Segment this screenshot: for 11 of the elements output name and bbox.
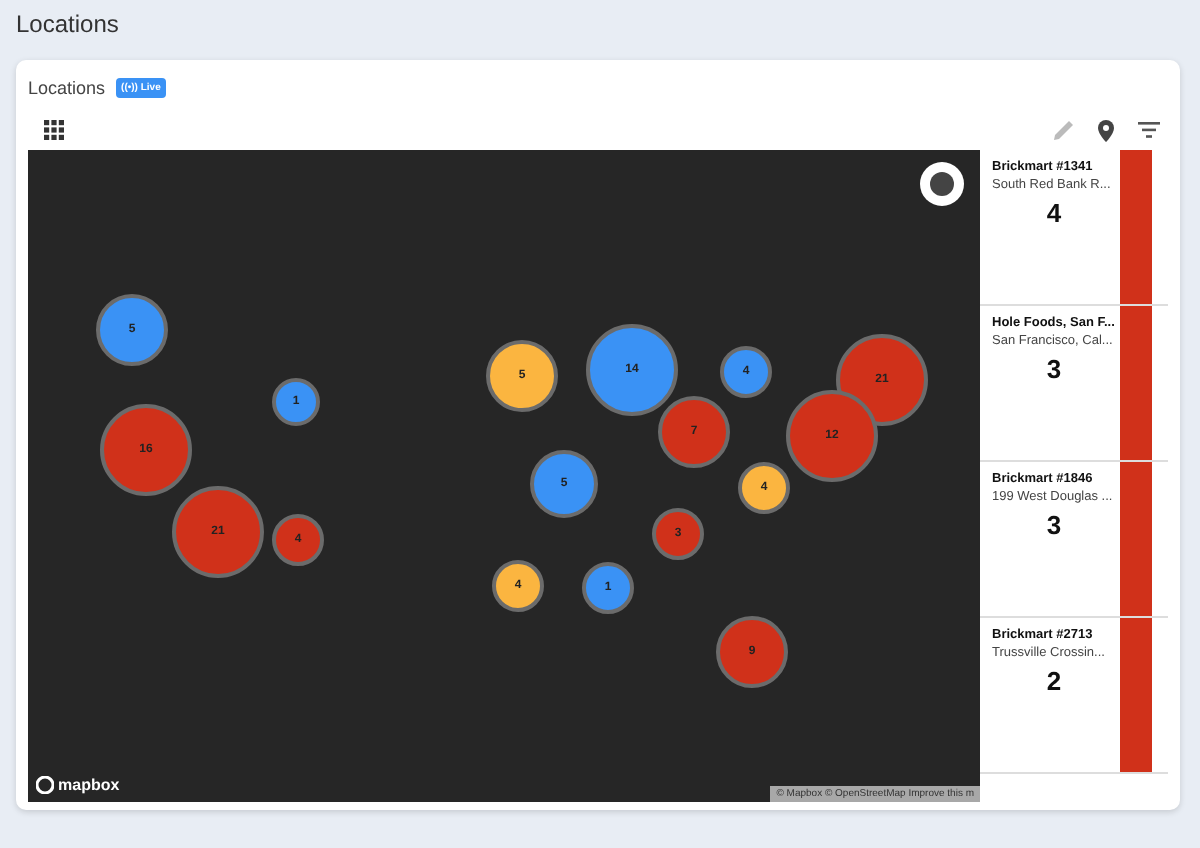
map-pin-icon[interactable] bbox=[1098, 119, 1114, 141]
panel-title: Locations bbox=[28, 78, 106, 98]
location-count: 2 bbox=[1044, 666, 1064, 696]
location-count: 3 bbox=[1044, 510, 1064, 540]
mapbox-logo: mapbox bbox=[36, 776, 120, 794]
location-count: 3 bbox=[1044, 354, 1064, 384]
page-title: Locations bbox=[16, 8, 121, 40]
filter-icon[interactable] bbox=[1138, 122, 1160, 138]
location-count: 4 bbox=[1044, 198, 1064, 228]
compass-button[interactable] bbox=[920, 162, 964, 206]
grid-icon[interactable] bbox=[44, 120, 64, 140]
